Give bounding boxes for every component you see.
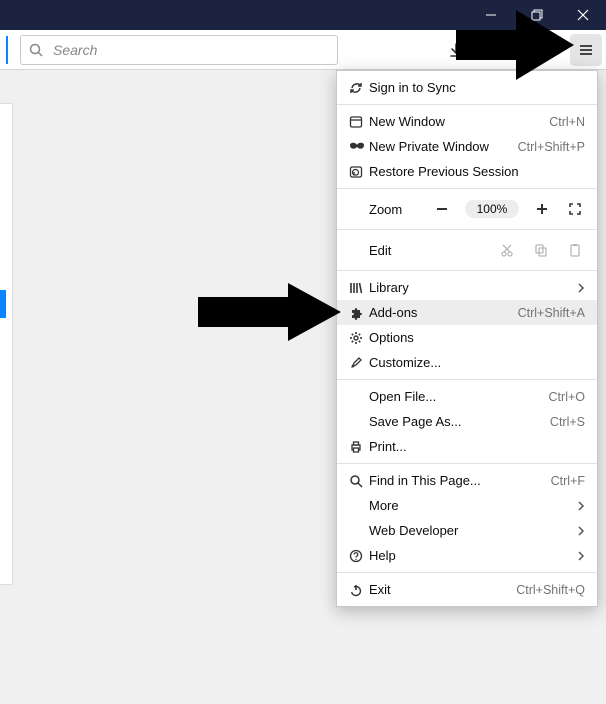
- minimize-icon: [485, 9, 497, 21]
- menu-label: New Private Window: [369, 139, 508, 154]
- fullscreen-button[interactable]: [565, 202, 585, 216]
- menu-addons[interactable]: Add-ons Ctrl+Shift+A: [337, 300, 597, 325]
- menu-separator: [337, 188, 597, 189]
- menu-separator: [337, 463, 597, 464]
- search-box[interactable]: [20, 35, 338, 65]
- minus-icon: [436, 203, 448, 215]
- power-icon: [349, 583, 369, 597]
- menu-edit-row: Edit: [337, 234, 597, 266]
- chevron-right-icon: [575, 283, 585, 293]
- help-icon: [349, 549, 369, 563]
- menu-web-developer[interactable]: Web Developer: [337, 518, 597, 543]
- menu-label: Add-ons: [369, 305, 508, 320]
- window-close-button[interactable]: [560, 0, 606, 30]
- menu-more[interactable]: More: [337, 493, 597, 518]
- menu-shortcut: Ctrl+Shift+A: [518, 306, 585, 320]
- menu-label: New Window: [369, 114, 539, 129]
- menu-label: Find in This Page...: [369, 473, 541, 488]
- download-icon: [448, 42, 464, 58]
- zoom-out-button[interactable]: [429, 196, 455, 222]
- menu-shortcut: Ctrl+O: [549, 390, 585, 404]
- menu-shortcut: Ctrl+Shift+P: [518, 140, 585, 154]
- menu-open-file[interactable]: Open File... Ctrl+O: [337, 384, 597, 409]
- menu-save-page-as[interactable]: Save Page As... Ctrl+S: [337, 409, 597, 434]
- menu-label: Web Developer: [369, 523, 575, 538]
- window-icon: [349, 115, 369, 129]
- brush-icon: [349, 356, 369, 370]
- fullscreen-icon: [568, 202, 582, 216]
- hamburger-icon: [578, 42, 594, 58]
- menu-help[interactable]: Help: [337, 543, 597, 568]
- menu-new-private-window[interactable]: New Private Window Ctrl+Shift+P: [337, 134, 597, 159]
- sync-icon: [349, 81, 369, 95]
- menu-label: Print...: [369, 439, 585, 454]
- chevron-right-icon: [575, 526, 585, 536]
- copy-icon: [534, 243, 548, 257]
- window-minimize-button[interactable]: [468, 0, 514, 30]
- menu-shortcut: Ctrl+N: [549, 115, 585, 129]
- close-icon: [577, 9, 589, 21]
- restore-session-icon: [349, 165, 369, 179]
- menu-print[interactable]: Print...: [337, 434, 597, 459]
- menu-label: Sign in to Sync: [369, 80, 585, 95]
- menu-zoom-row: Zoom 100%: [337, 193, 597, 225]
- menu-label: More: [369, 498, 575, 513]
- plus-icon: [536, 203, 548, 215]
- search-input[interactable]: [51, 41, 329, 59]
- menu-library[interactable]: Library: [337, 275, 597, 300]
- menu-customize[interactable]: Customize...: [337, 350, 597, 375]
- menu-shortcut: Ctrl+F: [551, 474, 585, 488]
- menu-new-window[interactable]: New Window Ctrl+N: [337, 109, 597, 134]
- menu-label: Open File...: [369, 389, 539, 404]
- menu-separator: [337, 229, 597, 230]
- window-restore-button[interactable]: [514, 0, 560, 30]
- menu-label: Save Page As...: [369, 414, 540, 429]
- menu-separator: [337, 379, 597, 380]
- menu-label: Customize...: [369, 355, 585, 370]
- selected-indicator: [0, 290, 6, 318]
- zoom-percent[interactable]: 100%: [465, 200, 520, 218]
- mask-icon: [349, 142, 369, 152]
- chevron-right-icon: [575, 551, 585, 561]
- menu-label: Exit: [369, 582, 506, 597]
- menu-separator: [337, 270, 597, 271]
- browser-toolbar: [0, 30, 606, 70]
- copy-button[interactable]: [531, 240, 551, 260]
- gear-icon: [349, 331, 369, 345]
- menu-sign-in-sync[interactable]: Sign in to Sync: [337, 75, 597, 100]
- paste-button[interactable]: [565, 240, 585, 260]
- menu-label: Help: [369, 548, 575, 563]
- restore-icon: [531, 9, 543, 21]
- print-icon: [349, 440, 369, 454]
- cut-icon: [500, 243, 514, 257]
- zoom-label: Zoom: [369, 202, 409, 217]
- downloads-button[interactable]: [440, 34, 472, 66]
- menu-shortcut: Ctrl+Shift+Q: [516, 583, 585, 597]
- left-accent: [6, 36, 12, 64]
- chevron-right-icon: [575, 501, 585, 511]
- window-titlebar: [0, 0, 606, 30]
- menu-restore-session[interactable]: Restore Previous Session: [337, 159, 597, 184]
- library-icon: [349, 281, 369, 295]
- menu-label: Library: [369, 280, 575, 295]
- zoom-in-button[interactable]: [529, 196, 555, 222]
- search-icon: [29, 43, 43, 57]
- menu-separator: [337, 104, 597, 105]
- menu-shortcut: Ctrl+S: [550, 415, 585, 429]
- menu-label: Options: [369, 330, 585, 345]
- left-panel-fragment: [0, 103, 13, 585]
- edit-label: Edit: [369, 243, 391, 258]
- puzzle-icon: [349, 306, 369, 320]
- menu-separator: [337, 572, 597, 573]
- menu-label: Restore Previous Session: [369, 164, 585, 179]
- paste-icon: [568, 243, 582, 257]
- menu-find-in-page[interactable]: Find in This Page... Ctrl+F: [337, 468, 597, 493]
- app-menu: Sign in to Sync New Window Ctrl+N New Pr…: [336, 70, 598, 607]
- find-icon: [349, 474, 369, 488]
- menu-exit[interactable]: Exit Ctrl+Shift+Q: [337, 577, 597, 602]
- cut-button[interactable]: [497, 240, 517, 260]
- menu-options[interactable]: Options: [337, 325, 597, 350]
- app-menu-button[interactable]: [570, 34, 602, 66]
